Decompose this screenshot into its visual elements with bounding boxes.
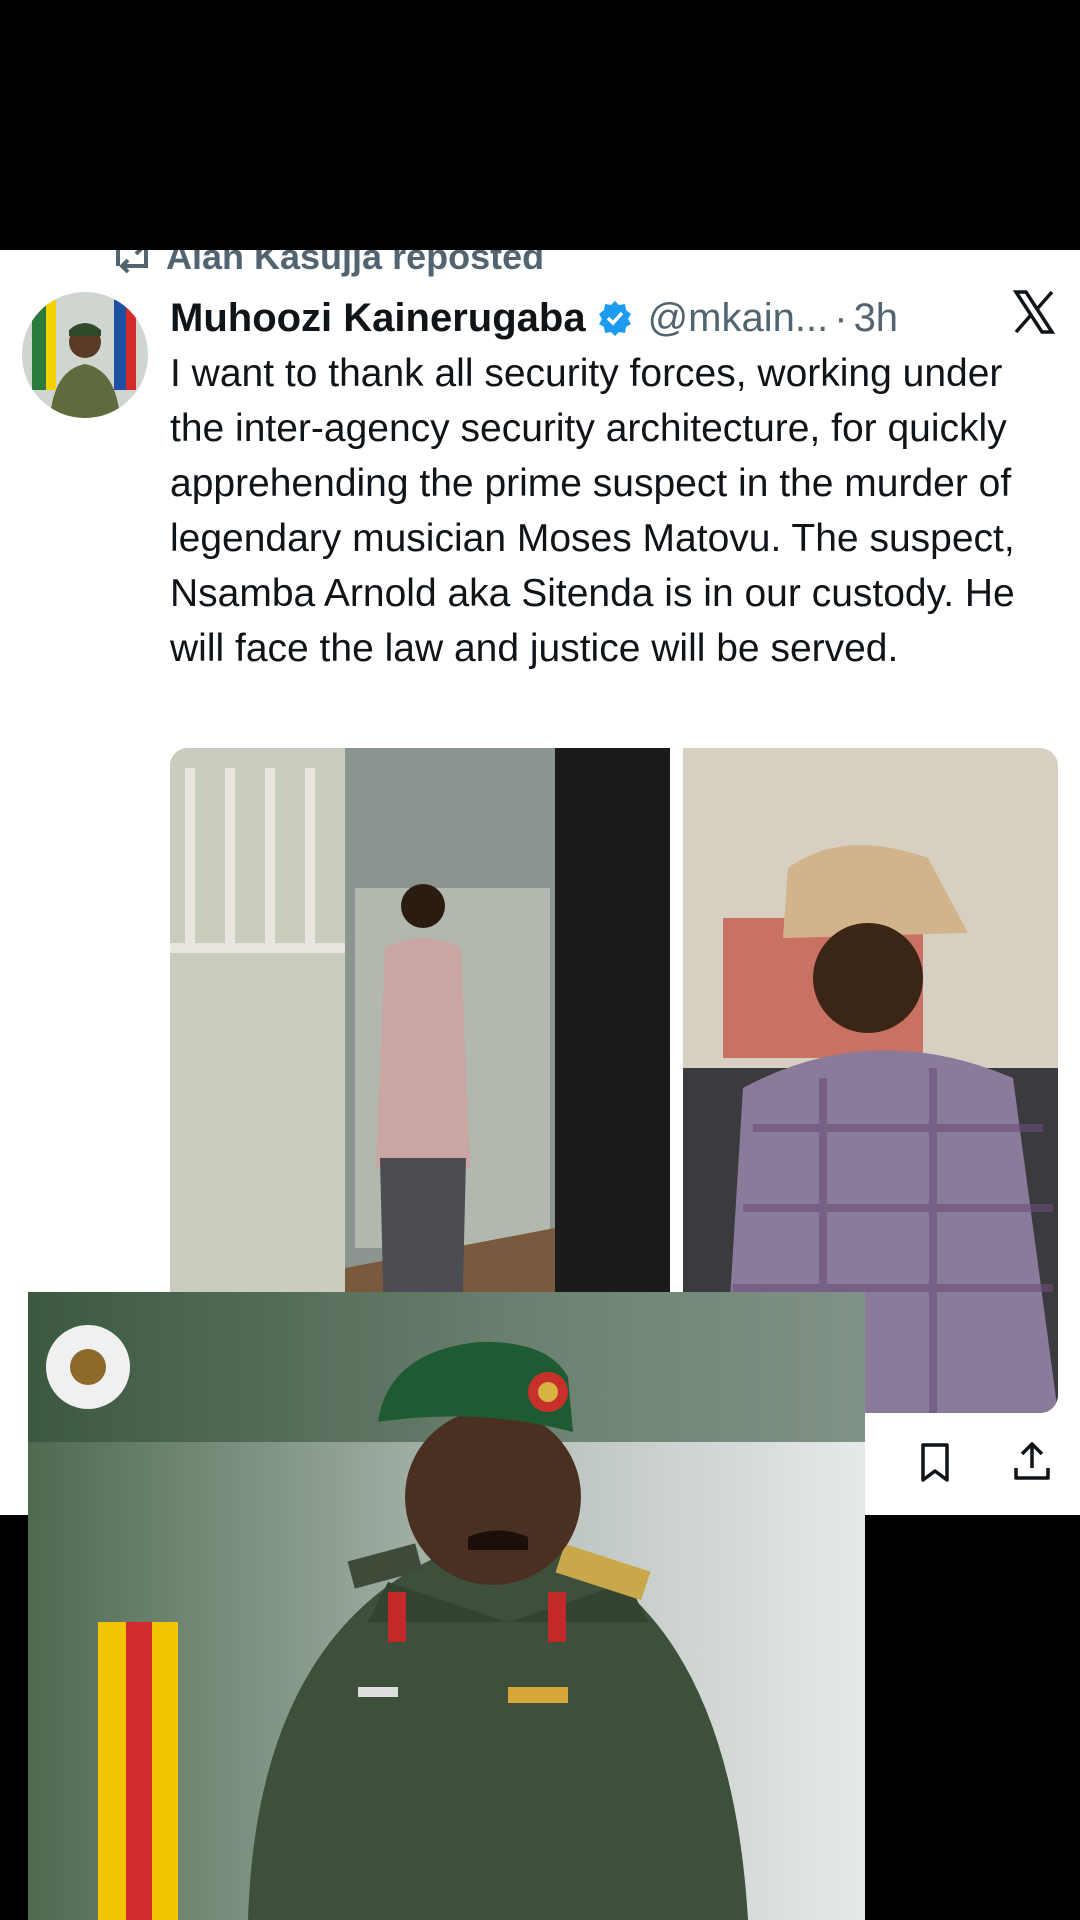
overlay-photo xyxy=(28,1292,865,1920)
verified-badge-icon xyxy=(598,301,631,336)
repost-icon xyxy=(116,250,148,274)
tweet-time[interactable]: 3h xyxy=(854,296,899,341)
bookmark-icon[interactable] xyxy=(913,1440,957,1484)
top-black-area xyxy=(0,0,1080,250)
repost-indicator: Alan Kasujja reposted xyxy=(112,250,544,282)
share-icon[interactable] xyxy=(1010,1440,1054,1484)
author-name[interactable]: Muhoozi Kainerugaba xyxy=(170,296,586,341)
time-separator: · xyxy=(834,295,848,340)
tweet-header: Muhoozi Kainerugaba @mkain... · 3h xyxy=(170,288,1040,348)
tweet-text: I want to thank all security forces, wor… xyxy=(170,352,1015,670)
x-logo-icon xyxy=(1012,290,1056,334)
avatar[interactable] xyxy=(22,292,148,418)
repost-label: Alan Kasujja reposted xyxy=(166,250,545,277)
author-handle[interactable]: @mkain... xyxy=(648,296,829,341)
